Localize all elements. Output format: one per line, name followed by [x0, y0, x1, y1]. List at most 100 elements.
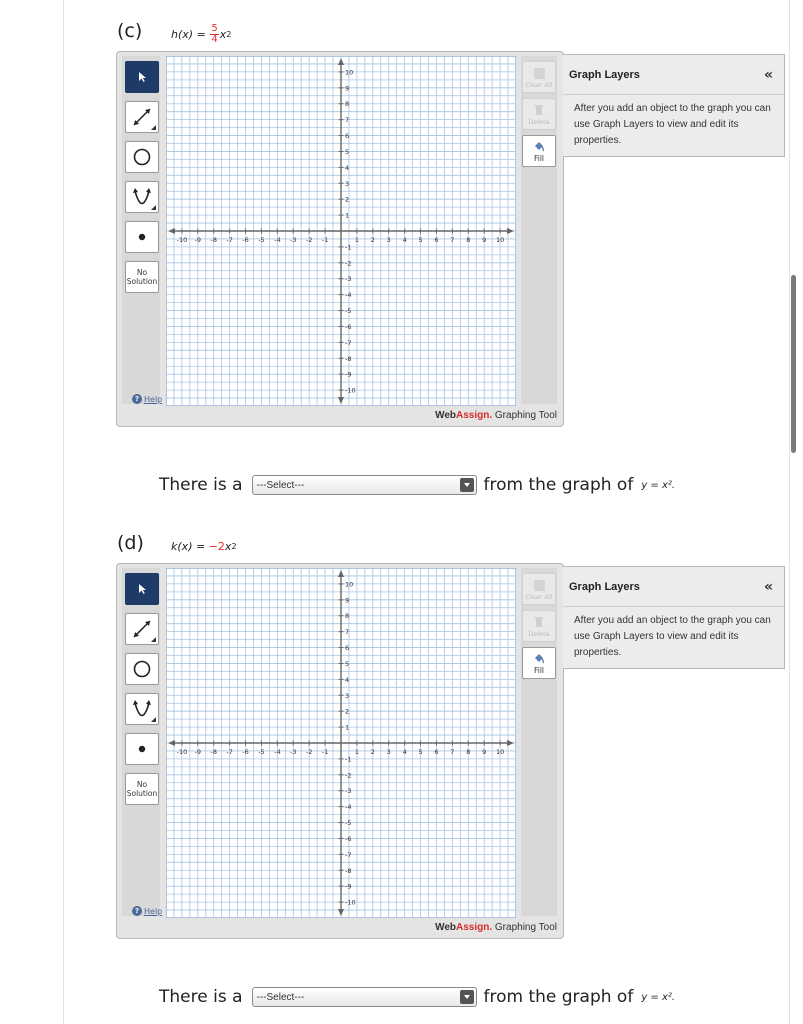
y-tick-label: 4 [345, 164, 349, 172]
y-tick-label: -3 [345, 787, 351, 795]
y-tick-label: -8 [345, 355, 351, 363]
y-tick-label: 9 [345, 84, 349, 92]
x-tick-label: 5 [418, 236, 422, 244]
y-tick-label: -4 [345, 291, 351, 299]
y-tick-label: 4 [345, 676, 349, 684]
x-tick-label: -9 [195, 748, 201, 756]
exponent: 2 [231, 541, 237, 551]
x-tick-label: 1 [355, 236, 359, 244]
graph-layers-panel: Graph Layers « After you add an object t… [563, 54, 785, 157]
circle-tool-button[interactable] [125, 141, 159, 173]
brand-suffix: Graphing Tool [494, 922, 557, 933]
x-tick-label: -2 [306, 236, 312, 244]
y-tick-label: 10 [345, 580, 353, 588]
clear-all-button[interactable]: Clear All [522, 573, 556, 605]
y-tick-label: -2 [345, 771, 351, 779]
y-tick-label: -1 [345, 755, 351, 763]
y-tick-label: 6 [345, 132, 349, 140]
no-solution-button[interactable]: No Solution [125, 773, 159, 805]
delete-button[interactable]: Delete [522, 98, 556, 130]
help-icon: ? [132, 394, 142, 404]
collapse-layers-button[interactable]: « [764, 67, 773, 83]
line-tool-button[interactable] [125, 613, 159, 645]
function-name: h [171, 27, 178, 41]
help-label: Help [144, 906, 163, 916]
point-icon [138, 745, 146, 753]
help-icon: ? [132, 906, 142, 916]
no-solution-button[interactable]: No Solution [125, 261, 159, 293]
point-tool-button[interactable] [125, 221, 159, 253]
y-tick-label: -10 [345, 387, 356, 395]
submenu-indicator [151, 205, 156, 210]
graph-layers-title: Graph Layers [569, 580, 640, 593]
edit-actions-column: Clear All Delete Fill [521, 56, 557, 404]
function-definition: k(x) = −2 x2 [171, 539, 237, 553]
brand-web: Web [435, 922, 456, 933]
y-tick-label: -7 [345, 339, 351, 347]
paint-bucket-icon [535, 142, 544, 152]
graph-layers-title: Graph Layers [569, 68, 640, 81]
tool-palette: No Solution ? Help [122, 56, 162, 404]
y-tick-label: -7 [345, 851, 351, 859]
submenu-indicator [151, 717, 156, 722]
transformation-select[interactable]: ---Select--- [251, 987, 477, 1007]
paint-bucket-icon [535, 654, 544, 664]
coefficient: −2 [208, 539, 225, 553]
x-tick-label: -4 [274, 236, 280, 244]
answer-sentence: There is a ---Select--- from the graph o… [159, 475, 675, 495]
x-tick-label: -10 [177, 236, 188, 244]
no-solution-label-line1: No [136, 268, 148, 277]
x-tick-label: 4 [403, 236, 407, 244]
question-part-c: (c) h(x) = 5 4 x2 No Solution ? Help -10… [0, 0, 803, 500]
line-segment-icon [133, 108, 151, 126]
chevron-down-icon [459, 990, 474, 1004]
coefficient-fraction: 5 4 [210, 23, 219, 45]
parabola-tool-button[interactable] [125, 181, 159, 213]
x-tick-label: 9 [482, 236, 486, 244]
fill-button[interactable]: Fill [522, 647, 556, 679]
collapse-layers-button[interactable]: « [764, 579, 773, 595]
parabola-tool-button[interactable] [125, 693, 159, 725]
clear-all-label: Clear All [525, 593, 553, 601]
y-tick-label: 3 [345, 180, 349, 188]
graph-layers-header: Graph Layers « [563, 567, 784, 607]
graph-canvas[interactable]: -10 -9 -8 -7 -6 -5 -4 -3 -2 -1 1 2 3 4 5 6 7 8 9 10 10 9 8 7 6 5 4… [166, 568, 516, 918]
answer-middle: from the graph of [483, 987, 634, 1007]
x-tick-label: 6 [434, 236, 438, 244]
help-label: Help [144, 394, 163, 404]
arrow-cursor-icon [139, 72, 146, 82]
x-tick-label: -10 [177, 748, 188, 756]
help-link[interactable]: ? Help [132, 394, 162, 404]
pointer-tool-button[interactable] [125, 573, 159, 605]
y-tick-label: -9 [345, 883, 351, 891]
line-tool-button[interactable] [125, 101, 159, 133]
point-tool-button[interactable] [125, 733, 159, 765]
x-tick-label: 6 [434, 748, 438, 756]
pointer-tool-button[interactable] [125, 61, 159, 93]
function-name: k [171, 539, 178, 553]
x-tick-label: -6 [242, 236, 248, 244]
x-tick-label: -9 [195, 236, 201, 244]
help-link[interactable]: ? Help [132, 906, 162, 916]
graph-canvas[interactable]: -10 -9 -8 -7 -6 -5 -4 -3 -2 -1 1 2 3 4 5 6 7 8 9 10 10 9 8 7 6 5 4… [166, 56, 516, 406]
no-solution-label-line2: Solution [126, 789, 158, 798]
question-part-d: (d) k(x) = −2 x2 No Solution ? Help -10 … [0, 512, 803, 1012]
fill-button[interactable]: Fill [522, 135, 556, 167]
no-solution-label-line2: Solution [126, 277, 158, 286]
trash-icon [535, 105, 543, 115]
webassign-brand: WebAssign. Graphing Tool [435, 410, 557, 421]
x-tick-label: -1 [322, 236, 328, 244]
x-tick-label: -7 [226, 748, 232, 756]
function-variable: x [182, 27, 189, 41]
x-tick-label: 2 [371, 748, 375, 756]
point-icon [138, 233, 146, 241]
webassign-brand: WebAssign. Graphing Tool [435, 922, 557, 933]
clear-all-button[interactable]: Clear All [522, 61, 556, 93]
y-tick-label: 2 [345, 196, 349, 204]
circle-icon [133, 148, 151, 166]
x-tick-label: 5 [418, 748, 422, 756]
delete-button[interactable]: Delete [522, 610, 556, 642]
answer-prefix: There is a [159, 475, 243, 495]
circle-tool-button[interactable] [125, 653, 159, 685]
transformation-select[interactable]: ---Select--- [251, 475, 477, 495]
